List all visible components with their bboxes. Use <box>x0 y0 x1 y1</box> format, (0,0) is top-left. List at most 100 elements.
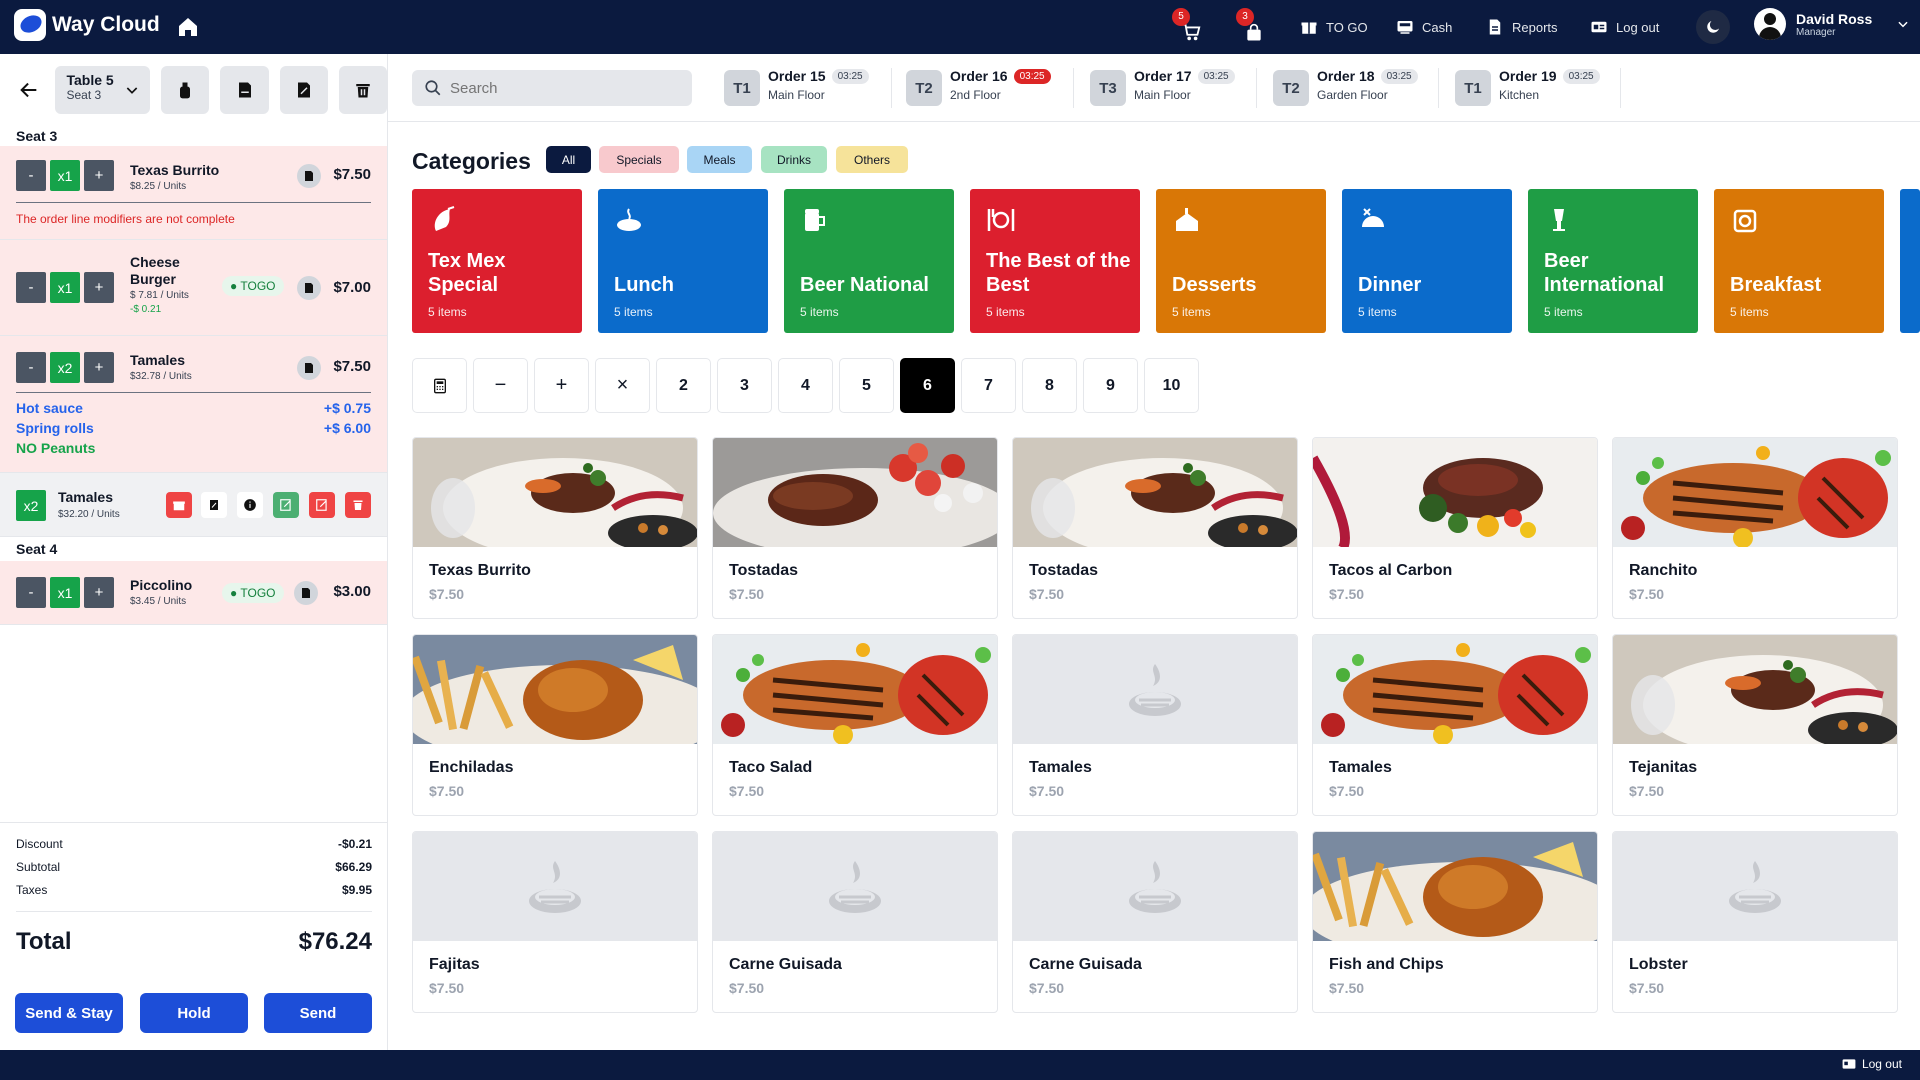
quantity-number-button[interactable]: 2 <box>656 358 711 413</box>
discount-action-button[interactable] <box>201 492 227 518</box>
order-header: Table 5 Seat 3 <box>0 54 388 126</box>
send-button[interactable]: Send <box>264 993 372 1033</box>
filter-chip-drinks[interactable]: Drinks <box>761 146 827 173</box>
order-tab[interactable]: T3 Order 17 03:25 Main Floor <box>1090 66 1235 110</box>
quantity-number-button[interactable]: 7 <box>961 358 1016 413</box>
quantity-number-button[interactable]: 3 <box>717 358 772 413</box>
product-card[interactable]: Tostadas $7.50 <box>1012 437 1298 619</box>
search-box[interactable] <box>412 70 692 106</box>
order-tab[interactable]: T1 Order 19 03:25 Kitchen <box>1455 66 1600 110</box>
togo-nav[interactable]: TO GO <box>1300 0 1368 54</box>
decrement-button[interactable]: - <box>16 577 46 608</box>
filter-chip-specials[interactable]: Specials <box>599 146 679 173</box>
bag-button[interactable]: 3 <box>1236 0 1264 54</box>
product-card[interactable]: Texas Burrito $7.50 <box>412 437 698 619</box>
order-line[interactable]: - x1 + Piccolino $3.45 / Units ● TOGO $3… <box>0 561 387 625</box>
category-tile[interactable]: Dinner 5 items <box>1342 189 1512 333</box>
order-line[interactable]: - x1 + Texas Burrito $8.25 / Units $7.50… <box>0 146 387 240</box>
category-tile[interactable]: The Best of the Best 5 items <box>970 189 1140 333</box>
quantity-number-button[interactable]: 9 <box>1083 358 1138 413</box>
filter-chip-meals[interactable]: Meals <box>687 146 752 173</box>
hand-cart-button[interactable] <box>161 66 210 114</box>
category-tile-partial[interactable] <box>1900 189 1920 333</box>
delete-order-button[interactable] <box>338 66 388 114</box>
product-card[interactable]: Fish and Chips $7.50 <box>1312 831 1598 1013</box>
back-button[interactable] <box>14 75 44 105</box>
quantity-number-button[interactable]: 4 <box>778 358 833 413</box>
table-selector[interactable]: Table 5 Seat 3 <box>54 66 151 114</box>
edit-item-button[interactable] <box>309 492 335 518</box>
quantity-plus-button[interactable]: + <box>534 358 589 413</box>
product-card[interactable]: Tacos al Carbon $7.50 <box>1312 437 1598 619</box>
category-tile[interactable]: Beer National 5 items <box>784 189 954 333</box>
note-icon[interactable] <box>297 164 321 188</box>
calculator-button[interactable] <box>412 358 467 413</box>
quantity-number-button[interactable]: 5 <box>839 358 894 413</box>
home-icon[interactable] <box>176 15 200 39</box>
decrement-button[interactable]: - <box>16 272 46 303</box>
note-icon[interactable] <box>294 581 318 605</box>
send-and-stay-button[interactable]: Send & Stay <box>15 993 123 1033</box>
quantity-minus-button[interactable]: − <box>473 358 528 413</box>
logout-nav[interactable]: Log out <box>1590 0 1659 54</box>
product-card[interactable]: Tejanitas $7.50 <box>1612 634 1898 816</box>
order-line[interactable]: - x1 + Cheese Burger $ 7.81 / Units -$ 0… <box>0 240 387 336</box>
product-price: $7.50 <box>1029 783 1065 799</box>
discount-button[interactable] <box>279 66 328 114</box>
quantity-number-button[interactable]: 6 <box>900 358 955 413</box>
product-card[interactable]: Fajitas $7.50 <box>412 831 698 1013</box>
product-card[interactable]: Tamales $7.50 <box>1312 634 1598 816</box>
category-tile[interactable]: Beer International 5 items <box>1528 189 1698 333</box>
cash-label: Cash <box>1422 19 1453 35</box>
category-name: Desserts <box>1172 274 1257 296</box>
delete-line-button[interactable] <box>345 492 371 518</box>
info-action-button[interactable] <box>237 492 263 518</box>
product-card[interactable]: Taco Salad $7.50 <box>712 634 998 816</box>
product-card[interactable]: Enchiladas $7.50 <box>412 634 698 816</box>
increment-button[interactable]: + <box>84 272 114 303</box>
product-card[interactable]: Ranchito $7.50 <box>1612 437 1898 619</box>
filter-chip-others[interactable]: Others <box>836 146 908 173</box>
increment-button[interactable]: + <box>84 160 114 191</box>
category-tile[interactable]: Lunch 5 items <box>598 189 768 333</box>
cart-button[interactable]: 5 <box>1172 0 1202 54</box>
note-icon[interactable] <box>297 356 321 380</box>
quantity-number-button[interactable]: 10 <box>1144 358 1199 413</box>
quantity-number-button[interactable]: 8 <box>1022 358 1077 413</box>
note-button[interactable] <box>220 66 269 114</box>
increment-button[interactable]: + <box>84 577 114 608</box>
calculator-icon <box>433 378 446 393</box>
order-tab[interactable]: T2 Order 18 03:25 Garden Floor <box>1273 66 1418 110</box>
filter-chip-all[interactable]: All <box>546 146 591 173</box>
order-line[interactable]: - x2 + Tamales $32.78 / Units $7.50 Hot … <box>0 336 387 473</box>
decrement-button[interactable]: - <box>16 352 46 383</box>
category-tile[interactable]: Tex Mex Special 5 items <box>412 189 582 333</box>
product-card[interactable]: Carne Guisada $7.50 <box>1012 831 1298 1013</box>
product-card[interactable]: Carne Guisada $7.50 <box>712 831 998 1013</box>
gift-action-button[interactable] <box>166 492 192 518</box>
category-tile[interactable]: Desserts 5 items <box>1156 189 1326 333</box>
product-price: $7.50 <box>1629 586 1665 602</box>
brand[interactable]: Way Cloud <box>14 9 160 41</box>
order-tab[interactable]: T2 Order 16 03:25 2nd Floor <box>906 66 1051 110</box>
search-input[interactable] <box>450 79 670 97</box>
cash-nav[interactable]: Cash <box>1396 0 1452 54</box>
decrement-button[interactable]: - <box>16 160 46 191</box>
increment-button[interactable]: + <box>84 352 114 383</box>
edit-note-button[interactable] <box>273 492 299 518</box>
quantity-clear-button[interactable]: × <box>595 358 650 413</box>
note-icon[interactable] <box>297 276 321 300</box>
user-menu[interactable]: David Ross Manager <box>1754 8 1910 40</box>
dark-mode-toggle[interactable] <box>1696 10 1730 44</box>
hold-button[interactable]: Hold <box>140 993 248 1033</box>
footer-logout-button[interactable]: Log out <box>1842 1057 1902 1071</box>
reports-nav[interactable]: Reports <box>1486 0 1558 54</box>
line-price: $7.50 <box>333 166 371 183</box>
order-tab[interactable]: T1 Order 15 03:25 Main Floor <box>724 66 869 110</box>
product-card[interactable]: Tamales $7.50 <box>1012 634 1298 816</box>
product-card[interactable]: Tostadas $7.50 <box>712 437 998 619</box>
category-tile[interactable]: Breakfast 5 items <box>1714 189 1884 333</box>
order-line-selected[interactable]: x2 Tamales $32.20 / Units <box>0 473 387 537</box>
product-card[interactable]: Lobster $7.50 <box>1612 831 1898 1013</box>
discount-row: Discount -$0.21 <box>16 836 372 851</box>
